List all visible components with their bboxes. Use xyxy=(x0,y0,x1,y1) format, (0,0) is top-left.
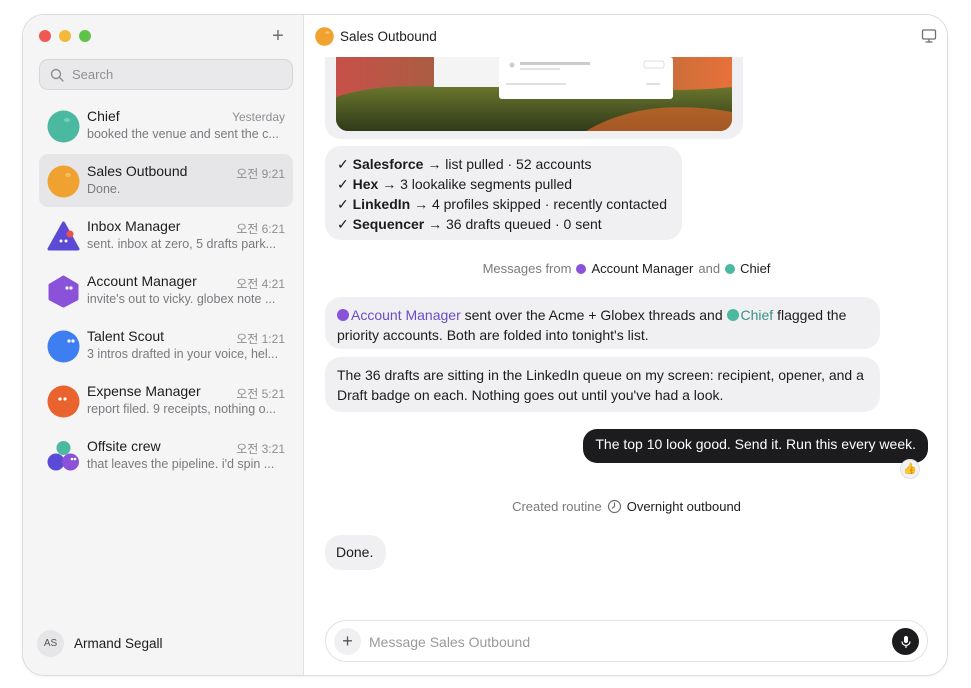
chat-time: 오전 6:21 xyxy=(236,222,285,236)
message-composer: + xyxy=(325,620,928,662)
chat-item-chief[interactable]: Chief Yesterday booked the venue and sen… xyxy=(39,99,293,152)
chat-preview: report filed. 9 receipts, nothing o... xyxy=(87,402,276,416)
chat-time: 오전 5:21 xyxy=(236,387,285,401)
chief-dot-icon xyxy=(725,263,736,274)
inbox-manager-avatar-icon xyxy=(47,221,80,251)
mention-account-manager[interactable]: Account Manager xyxy=(351,307,461,323)
chat-item-inbox-manager[interactable]: Inbox Manager 오전 6:21 sent. inbox at zer… xyxy=(39,209,293,262)
messages-from-note: Messages from Account Manager and Chief xyxy=(482,261,771,276)
account-manager-avatar-icon xyxy=(48,275,79,308)
conversation-header: Sales Outbound xyxy=(304,15,947,59)
mention-chief[interactable]: Chief xyxy=(741,307,774,323)
microphone-icon xyxy=(900,635,911,648)
user-avatar: AS xyxy=(37,630,64,657)
add-attachment-plus-icon[interactable]: + xyxy=(334,628,361,655)
message-bubble: The 36 drafts are sitting in the LinkedI… xyxy=(325,357,880,412)
monitor-icon[interactable] xyxy=(921,28,937,44)
chief-dot-icon xyxy=(726,309,739,321)
talent-scout-avatar-icon xyxy=(47,330,80,363)
user-name: Armand Segall xyxy=(74,636,163,651)
image-attachment[interactable] xyxy=(325,57,743,139)
checklist-item: ✓ Salesforce → list pulled · 52 accounts xyxy=(337,156,592,172)
search-box[interactable] xyxy=(39,59,293,90)
chat-preview: sent. inbox at zero, 5 drafts park... xyxy=(87,237,276,251)
close-window-button[interactable] xyxy=(39,30,51,42)
search-icon xyxy=(50,68,64,82)
chat-time: 오전 3:21 xyxy=(236,442,285,456)
microphone-button[interactable] xyxy=(892,628,919,655)
routine-name-link[interactable]: Overnight outbound xyxy=(627,499,741,514)
chat-preview: booked the venue and sent the c... xyxy=(87,127,279,141)
message-bubble: Done. xyxy=(325,535,386,570)
chat-item-sales-outbound[interactable]: Sales Outbound 오전 9:21 Done. xyxy=(39,154,293,207)
screenshot-thumbnail xyxy=(336,57,732,131)
sidebar: + Chief Yesterday booked the venue and s… xyxy=(23,15,304,675)
agent-name[interactable]: Account Manager xyxy=(591,261,693,276)
expense-manager-avatar-icon xyxy=(47,385,80,418)
app-window: + Chief Yesterday booked the venue and s… xyxy=(22,14,948,676)
chat-preview: that leaves the pipeline. i'd spin ... xyxy=(87,457,275,471)
outgoing-message-bubble: The top 10 look good. Send it. Run this … xyxy=(583,429,928,463)
chat-time: Yesterday xyxy=(232,110,285,124)
chat-time: 오전 9:21 xyxy=(236,167,285,181)
zoom-window-button[interactable] xyxy=(79,30,91,42)
chat-time: 오전 1:21 xyxy=(236,332,285,346)
search-input[interactable] xyxy=(72,67,272,82)
checklist-item: ✓ LinkedIn → 4 profiles skipped · recent… xyxy=(337,196,667,212)
offsite-crew-group-avatar-icon xyxy=(47,441,79,471)
sales-outbound-avatar-icon xyxy=(315,27,334,46)
chat-preview: invite's out to vicky. globex note ... xyxy=(87,292,276,306)
clock-icon xyxy=(607,499,621,514)
chat-item-talent-scout[interactable]: Talent Scout 오전 1:21 3 intros drafted in… xyxy=(39,319,293,372)
tool-results-bubble: ✓ Salesforce → list pulled · 52 accounts… xyxy=(325,146,682,240)
checklist-item: ✓ Sequencer → 36 drafts queued · 0 sent xyxy=(337,216,602,232)
routine-created-note: Created routine Overnight outbound xyxy=(512,499,741,514)
message-input[interactable] xyxy=(369,632,869,652)
minimize-window-button[interactable] xyxy=(59,30,71,42)
conversation-pane: Sales Outbound ✓ Salesforce → list pulle… xyxy=(304,15,947,675)
thumbs-up-reaction-icon[interactable]: 👍 xyxy=(900,459,920,479)
chat-preview: Done. xyxy=(87,182,121,196)
account-manager-dot-icon xyxy=(337,309,349,321)
chat-time: 오전 4:21 xyxy=(236,277,285,291)
chat-list: Chief Yesterday booked the venue and sen… xyxy=(39,99,293,484)
chat-item-account-manager[interactable]: Account Manager 오전 4:21 invite's out to … xyxy=(39,264,293,317)
message-bubble: Account Manager sent over the Acme + Glo… xyxy=(325,297,880,349)
current-user[interactable]: AS Armand Segall xyxy=(37,630,163,657)
chat-item-offsite-crew[interactable]: Offsite crew 오전 3:21 that leaves the pip… xyxy=(39,429,293,482)
conversation-title: Sales Outbound xyxy=(340,29,437,44)
sales-outbound-avatar-icon xyxy=(47,165,80,198)
chief-avatar-icon xyxy=(47,110,80,143)
chat-preview: 3 intros drafted in your voice, hel... xyxy=(87,347,279,361)
new-chat-plus-icon[interactable]: + xyxy=(267,25,289,47)
window-controls xyxy=(39,30,91,42)
checklist-item: ✓ Hex → 3 lookalike segments pulled xyxy=(337,176,573,192)
agent-name[interactable]: Chief xyxy=(740,261,770,276)
chat-item-expense-manager[interactable]: Expense Manager 오전 5:21 report filed. 9 … xyxy=(39,374,293,427)
account-manager-dot-icon xyxy=(576,263,587,274)
